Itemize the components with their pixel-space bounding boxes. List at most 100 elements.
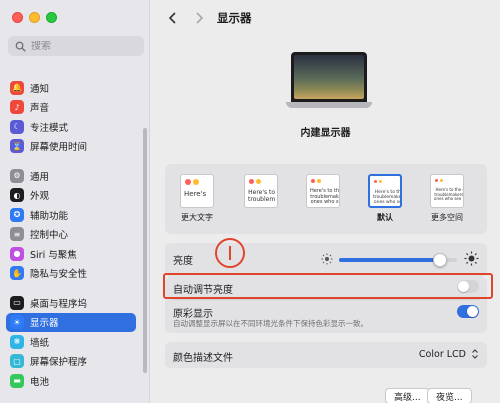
color-profile-value: Color LCD <box>418 348 466 360</box>
resolution-option[interactable]: Here's to th troublemak ones who s <box>303 174 343 212</box>
sidebar-item[interactable]: ▬ 电池 <box>6 371 136 391</box>
hourglass-icon: ⌛ <box>10 139 24 154</box>
window-controls <box>12 12 57 23</box>
sidebar-item[interactable]: ✋ 隐私与安全性 <box>6 264 136 284</box>
sidebar-item-label: 屏幕使用时间 <box>30 142 88 154</box>
sidebar-item[interactable]: ♪ 声音 <box>6 98 136 118</box>
resolution-thumbnail: Here's to th troublemak ones who s <box>306 174 340 208</box>
sidebar-item-label: 通知 <box>30 83 50 95</box>
search-field[interactable] <box>8 36 144 56</box>
true-tone-toggle[interactable] <box>457 305 479 318</box>
sidebar-item-label: 隐私与安全性 <box>30 269 88 281</box>
sidebar-item-label: 专注模式 <box>30 122 69 134</box>
resolution-option[interactable]: Here's to the troublemakers ones who see… <box>365 174 405 223</box>
appearance-icon: ◐ <box>10 188 24 203</box>
sidebar-item[interactable]: 🔔 通知 <box>6 78 136 98</box>
chevron-left-icon <box>168 12 176 24</box>
sidebar-item-label: 声音 <box>30 103 50 115</box>
minimize-window-button[interactable] <box>29 12 40 23</box>
sidebar-item[interactable]: ❋ 墙纸 <box>6 332 136 352</box>
sidebar-item[interactable]: ✪ 辅助功能 <box>6 205 136 225</box>
chevron-right-icon <box>196 12 204 24</box>
resolution-option[interactable]: Here's to the cr troublemakers, t ones w… <box>427 174 467 223</box>
resolution-option[interactable]: Here's 更大文字 <box>177 174 217 223</box>
zoom-window-button[interactable] <box>46 12 57 23</box>
resolution-sample-text: Here's to th troublemak ones who s <box>310 188 340 205</box>
laptop-icon <box>286 52 372 112</box>
night-shift-button[interactable]: 夜览... <box>427 388 472 403</box>
brightness-slider[interactable] <box>339 253 457 267</box>
brightness-card: 亮度 <box>165 243 487 277</box>
sidebar-item-label: 外观 <box>30 191 50 203</box>
color-profile-label: 颜色描述文件 <box>173 353 233 364</box>
page-title: 显示器 <box>217 11 252 25</box>
search-input[interactable] <box>31 40 131 52</box>
sidebar-item[interactable]: ◐ 外观 <box>6 186 136 206</box>
brightness-slider-knob[interactable] <box>433 253 448 267</box>
sidebar-item-label: 控制中心 <box>30 230 69 242</box>
brightness-slider-fill <box>339 258 441 262</box>
resolution-option[interactable]: Here's to troublem <box>241 174 281 212</box>
speaker-icon: ♪ <box>10 100 24 115</box>
toolbar: 显示器 <box>151 0 500 36</box>
resolution-thumbnail: Here's to the troublemakers ones who see <box>368 174 402 208</box>
sidebar-scrollbar[interactable] <box>143 128 147 373</box>
annotation-circle <box>215 238 245 268</box>
sidebar-item[interactable]: ▭ 桌面与程序坞 <box>6 293 136 313</box>
divider <box>173 299 479 300</box>
moon-icon: ☾ <box>10 119 24 134</box>
annotation-highlight-box <box>163 273 493 299</box>
sidebar-item-label: 屏幕保护程序 <box>30 357 88 369</box>
resolution-sample-text: Here's <box>184 190 207 198</box>
sidebar-item-label: 墙纸 <box>30 337 50 349</box>
stepper-arrows-icon <box>470 348 479 360</box>
sidebar-item-label: 辅助功能 <box>30 210 69 222</box>
accessibility-icon: ✪ <box>10 207 24 222</box>
resolution-sample-text: Here's to the troublemakers ones who see <box>373 190 402 205</box>
sidebar-item-label: 电池 <box>30 376 50 388</box>
resolution-option-label: 更大文字 <box>181 213 213 222</box>
sidebar-item[interactable]: ☾ 专注模式 <box>6 117 136 137</box>
close-window-button[interactable] <box>12 12 23 23</box>
sun-small-icon <box>321 253 333 265</box>
sun-large-icon <box>464 251 479 266</box>
sun-icon: ☀ <box>10 315 24 330</box>
dock-icon: ▭ <box>10 295 24 310</box>
back-button[interactable] <box>165 10 181 26</box>
brightness-label: 亮度 <box>173 256 193 267</box>
resolution-option-label: 更多空间 <box>431 213 463 222</box>
sidebar: 🔔 通知 ♪ 声音 ☾ 专注模式 ⌛ 屏幕使用时间 ⚙ 通用 ◐ 外观 ✪ 辅助功能 ≡ 控制中心 ● Siri … <box>0 0 150 403</box>
resolution-thumbnail: Here's to the cr troublemakers, t ones w… <box>430 174 464 208</box>
color-profile-card: 颜色描述文件 Color LCD <box>165 342 487 368</box>
forward-button[interactable] <box>191 10 207 26</box>
battery-icon: ▬ <box>10 373 24 388</box>
resolution-thumbnail: Here's to troublem <box>244 174 278 208</box>
sidebar-item[interactable]: ● Siri 与聚焦 <box>6 244 136 264</box>
siri-icon: ● <box>10 246 24 261</box>
sidebar-item[interactable]: ▢ 屏幕保护程序 <box>6 352 136 372</box>
control-center-icon: ≡ <box>10 227 24 242</box>
sidebar-item[interactable]: ⚙ 通用 <box>6 166 136 186</box>
screensaver-icon: ▢ <box>10 354 24 369</box>
resolution-option-label: 默认 <box>377 213 393 222</box>
resolution-thumbnail: Here's <box>180 174 214 208</box>
sidebar-item-label: 显示器 <box>30 318 59 330</box>
sidebar-item[interactable]: ☀ 显示器 <box>6 312 136 332</box>
main-pane: 显示器 内建显示器 Here's 更大文字 Here's to troublem He… <box>151 0 500 403</box>
sidebar-item-label: Siri 与聚焦 <box>30 249 77 261</box>
resolution-sample-text: Here's to the cr troublemakers, t ones w… <box>434 187 464 201</box>
resolution-sample-text: Here's to troublem <box>248 189 276 203</box>
sidebar-list: 🔔 通知 ♪ 声音 ☾ 专注模式 ⌛ 屏幕使用时间 ⚙ 通用 ◐ 外观 ✪ 辅助功能 ≡ 控制中心 ● Siri … <box>6 78 136 391</box>
color-profile-select[interactable]: Color LCD <box>419 348 479 360</box>
true-tone-description: 自动调整显示屏以在不同环境光条件下保持色彩显示一致。 <box>173 319 368 328</box>
advanced-button[interactable]: 高级... <box>385 388 430 403</box>
wallpaper-icon: ❋ <box>10 334 24 349</box>
hand-icon: ✋ <box>10 266 24 281</box>
display-name: 内建显示器 <box>300 128 351 139</box>
sidebar-item-label: 通用 <box>30 171 50 183</box>
sidebar-item[interactable]: ≡ 控制中心 <box>6 225 136 245</box>
search-icon <box>14 40 26 52</box>
gear-icon: ⚙ <box>10 168 24 183</box>
sidebar-item[interactable]: ⌛ 屏幕使用时间 <box>6 137 136 157</box>
